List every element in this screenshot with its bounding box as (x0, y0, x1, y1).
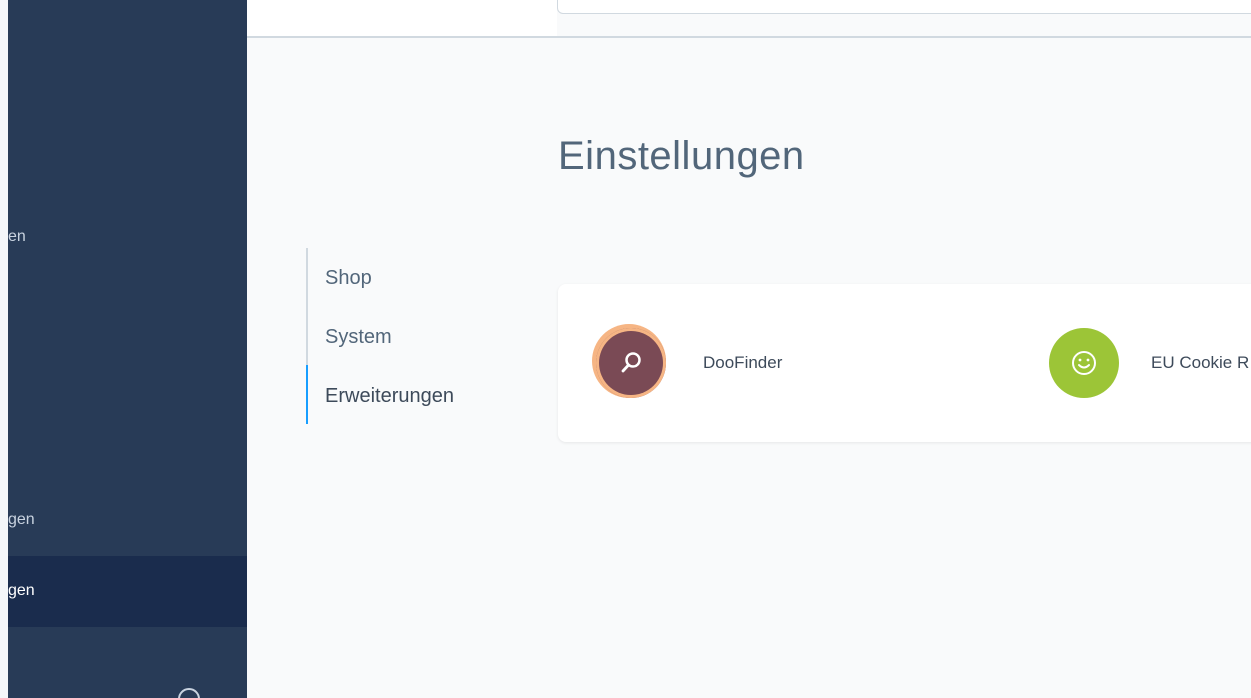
sidebar-item-label: en (8, 228, 26, 245)
plugins-card: DooFinder EU Cookie R (558, 284, 1251, 442)
sidebar-item-label: gen (8, 511, 35, 528)
plugin-label: EU Cookie R (1151, 353, 1250, 372)
plugin-eu-cookie[interactable]: EU Cookie R (1008, 284, 1251, 442)
plugin-doofinder[interactable]: DooFinder (558, 284, 1008, 442)
sidebar: en gen gen (8, 0, 247, 698)
search-bar[interactable] (557, 0, 1251, 14)
sidebar-item-2[interactable]: gen (8, 511, 247, 533)
tab-system[interactable]: System (325, 326, 392, 349)
doofinder-logo (596, 328, 666, 398)
top-bar-left-area (247, 0, 557, 36)
page-title: Einstellungen (558, 134, 805, 178)
left-edge-strip (0, 0, 8, 698)
eu-cookie-logo (1049, 328, 1119, 398)
sidebar-item-active[interactable]: gen (8, 556, 247, 627)
help-circle-icon[interactable] (178, 688, 200, 698)
app-root: en gen gen Einstellungen Shop System Erw… (0, 0, 1251, 698)
sidebar-item-1[interactable]: en (8, 228, 247, 250)
sidebar-item-label: gen (8, 582, 35, 599)
search-icon (621, 352, 641, 373)
tab-shop[interactable]: Shop (325, 267, 372, 290)
smiley-icon (1072, 351, 1096, 375)
top-bar (247, 0, 1251, 38)
tab-erweiterungen[interactable]: Erweiterungen (325, 385, 454, 408)
plugin-label: DooFinder (703, 353, 783, 372)
settings-tabs: Shop System Erweiterungen (306, 248, 526, 424)
active-tab-indicator (306, 365, 308, 424)
